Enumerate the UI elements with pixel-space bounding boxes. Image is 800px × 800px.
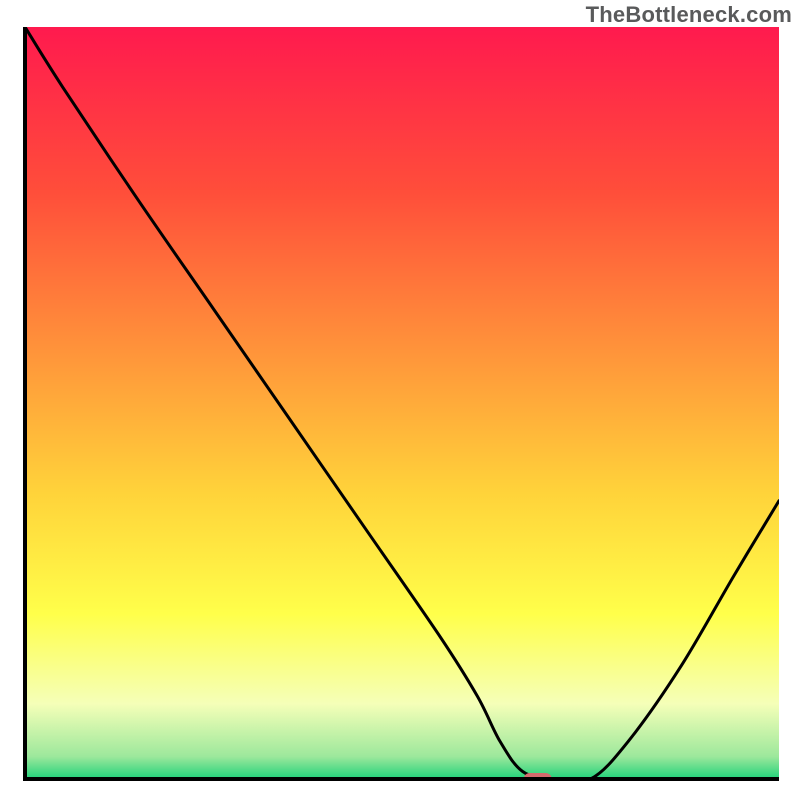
chart-background-gradient: [25, 27, 779, 779]
attribution-text: TheBottleneck.com: [586, 2, 792, 28]
bottleneck-chart: [23, 27, 779, 781]
